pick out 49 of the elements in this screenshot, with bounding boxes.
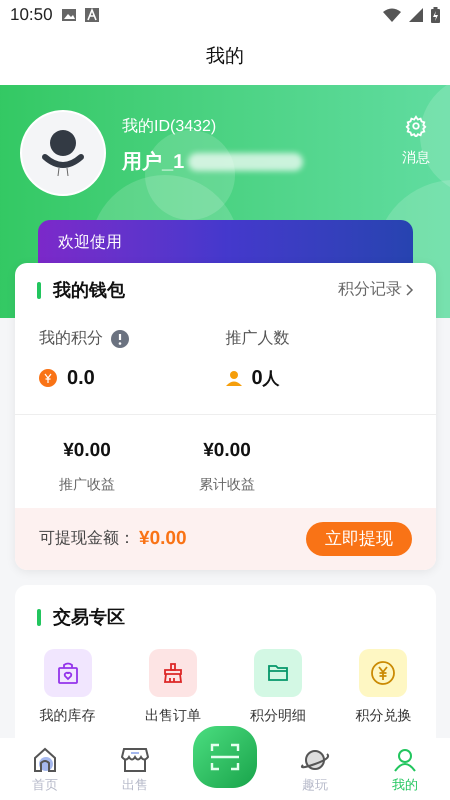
avatar[interactable] bbox=[20, 110, 106, 196]
nav-tab[interactable]: 首页 bbox=[0, 746, 90, 794]
yuan-coin-icon bbox=[370, 660, 396, 686]
stat-value: 0.0 bbox=[67, 366, 95, 391]
section-title: 交易专区 bbox=[53, 606, 125, 628]
user-icon bbox=[392, 746, 418, 772]
person-icon bbox=[226, 370, 242, 386]
earning-value: ¥0.00 bbox=[63, 439, 111, 463]
scan-icon bbox=[210, 743, 240, 771]
earning-value: ¥0.00 bbox=[203, 439, 251, 463]
battery-icon bbox=[431, 7, 440, 23]
bag-icon bbox=[56, 661, 80, 685]
home-icon bbox=[32, 746, 58, 772]
info-icon[interactable] bbox=[111, 330, 129, 348]
stat-label: 推广人数 bbox=[226, 328, 290, 349]
page-title: 我的 bbox=[206, 45, 244, 70]
shortcut-label[interactable]: 我的库存 bbox=[40, 705, 96, 726]
image-icon bbox=[60, 8, 77, 22]
nav-tab[interactable]: 出售 bbox=[90, 746, 180, 794]
welcome-text: 欢迎使用 bbox=[58, 234, 122, 251]
shortcut-tile[interactable] bbox=[148, 649, 197, 697]
wifi-icon bbox=[383, 8, 401, 22]
shortcut-tile[interactable] bbox=[359, 649, 408, 697]
earning-label: 累计收益 bbox=[199, 474, 255, 494]
signal-icon bbox=[409, 8, 423, 22]
stat-label: 我的积分 bbox=[39, 328, 103, 349]
section-title: 我的钱包 bbox=[53, 278, 126, 302]
points-record-link[interactable]: 积分记录 bbox=[338, 278, 414, 302]
withdraw-label: 可提现金额： bbox=[39, 528, 135, 549]
earning-label: 推广收益 bbox=[59, 474, 115, 494]
shortcut-label[interactable]: 积分明细 bbox=[250, 705, 306, 726]
nav-tab[interactable]: 趣玩 bbox=[270, 746, 360, 794]
username: 用户_1 bbox=[122, 150, 184, 175]
stat-value: 0人 bbox=[252, 366, 280, 391]
withdraw-button[interactable]: 立即提现 bbox=[306, 522, 412, 556]
status-time: 10:50 bbox=[10, 4, 53, 26]
shortcut-tile[interactable] bbox=[44, 649, 92, 697]
shortcut-label[interactable]: 积分兑换 bbox=[355, 705, 412, 726]
chevron-icon bbox=[406, 284, 414, 296]
shortcut-tile[interactable] bbox=[254, 649, 302, 697]
font-icon bbox=[84, 8, 99, 22]
shop-icon bbox=[121, 746, 149, 772]
scan-button[interactable] bbox=[193, 726, 257, 788]
withdraw-amount: ¥0.00 bbox=[139, 526, 188, 551]
nav-tab[interactable]: 我的 bbox=[360, 746, 450, 794]
shortcut-label[interactable]: 出售订单 bbox=[144, 705, 201, 726]
messages-label[interactable]: 消息 bbox=[402, 147, 430, 168]
coin-icon bbox=[39, 369, 57, 387]
user-id: 我的ID(3432) bbox=[122, 116, 218, 137]
